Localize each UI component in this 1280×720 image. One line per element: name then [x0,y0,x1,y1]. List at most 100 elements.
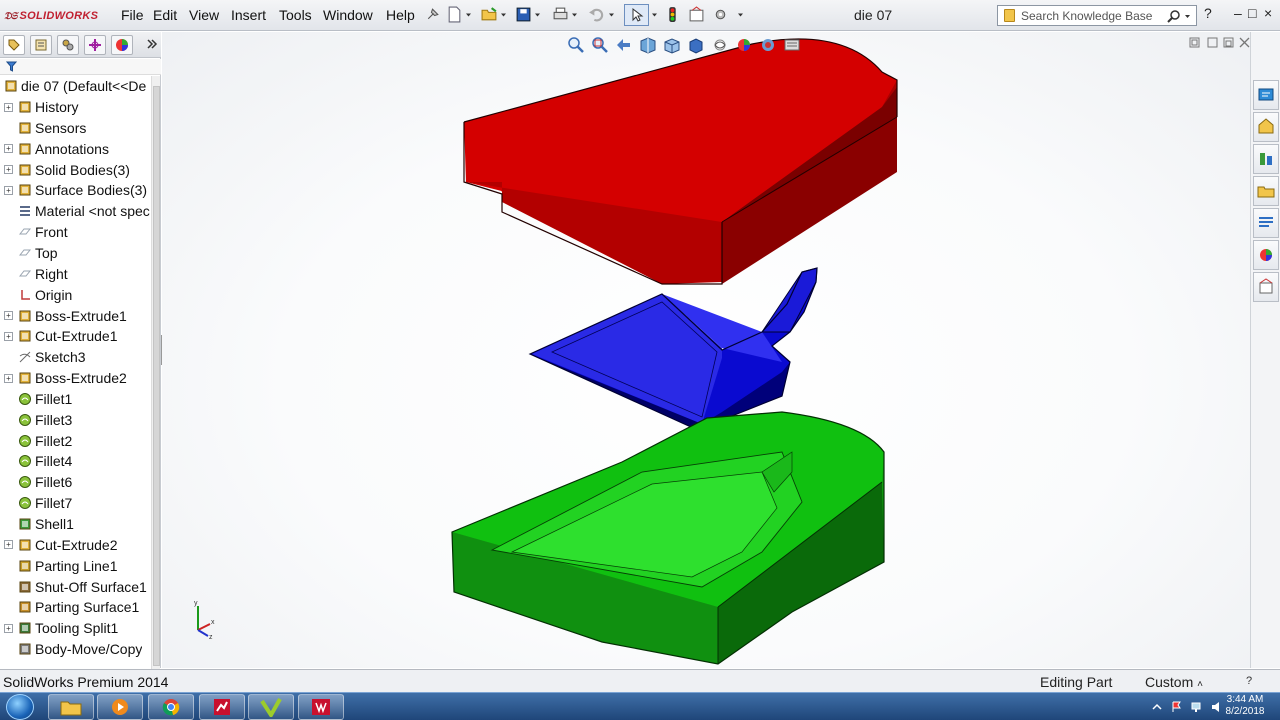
scrollbar-thumb[interactable] [153,86,160,666]
tab-appearances[interactable] [1253,208,1279,238]
top-core-body[interactable] [463,38,898,285]
status-help-button[interactable]: ? [1246,675,1252,687]
tree-item[interactable]: + Surface Bodies(3) [0,180,150,200]
tree-scrollbar[interactable] [151,76,160,688]
tree-item[interactable]: + Cut-Extrude1 [0,326,150,346]
bottom-cavity-body[interactable] [451,411,885,665]
menu-view[interactable]: View [189,7,219,23]
tab-solidworks-resources[interactable] [1253,80,1279,110]
tree-item[interactable]: Front [0,222,150,242]
undo-icon[interactable] [588,6,605,23]
menu-window[interactable]: Window [323,7,373,23]
hide-show-items-icon[interactable] [710,36,730,54]
chevron-down-icon[interactable] [651,6,658,23]
show-hidden-icons-icon[interactable] [1150,700,1164,714]
tree-item[interactable]: Fillet2 [0,431,150,451]
tree-item[interactable]: Fillet1 [0,389,150,409]
new-document-icon[interactable] [446,6,463,23]
tree-item[interactable]: Fillet4 [0,451,150,471]
viewport-restore-icon[interactable] [1207,37,1218,48]
network-icon[interactable] [1190,700,1204,714]
start-button[interactable] [6,694,34,720]
filter-icon[interactable] [6,61,17,72]
filter-row[interactable] [0,59,161,75]
expand-panel-icon[interactable] [146,38,158,50]
taskbar-media-player[interactable] [97,694,143,720]
viewport-close-icon[interactable] [1239,37,1250,48]
menu-edit[interactable]: Edit [153,7,177,23]
mold-model[interactable] [162,32,1250,668]
tree-item[interactable]: Fillet6 [0,472,150,492]
chevron-down-icon[interactable] [1184,9,1191,23]
action-center-flag-icon[interactable] [1170,700,1184,714]
menu-help[interactable]: Help [386,7,415,23]
expand-toggle-icon[interactable]: + [4,623,13,633]
tab-forum[interactable] [1253,272,1279,302]
tree-item[interactable]: + Boss-Extrude1 [0,306,150,326]
tree-item[interactable]: Parting Surface1 [0,597,150,617]
print-icon[interactable] [552,6,569,23]
tree-item[interactable]: + Solid Bodies(3) [0,160,150,180]
close-button[interactable]: × [1264,5,1272,21]
tree-item[interactable]: Shut-Off Surface1 [0,577,150,597]
tree-item[interactable]: Origin [0,285,150,305]
chevron-down-icon[interactable] [571,6,578,23]
tree-item[interactable]: + Annotations [0,139,150,159]
units-selector[interactable]: Custom ˄ [1145,674,1203,690]
maximize-button[interactable]: □ [1248,5,1256,21]
zoom-to-area-icon[interactable] [590,36,610,54]
viewport-minimize-icon[interactable] [1189,37,1200,48]
graphics-area[interactable]: y x z [162,32,1250,668]
view-orientation-icon[interactable] [662,36,682,54]
edit-appearance-icon[interactable] [734,36,754,54]
tab-dimxpert-manager[interactable] [84,35,106,55]
rebuild-icon[interactable] [664,6,681,23]
molded-part-body[interactable] [528,267,818,433]
expand-toggle-icon[interactable]: + [4,144,13,154]
display-style-icon[interactable] [686,36,706,54]
expand-toggle-icon[interactable]: + [4,540,13,550]
tab-configuration-manager[interactable] [57,35,79,55]
apply-scene-icon[interactable] [758,36,778,54]
tree-item[interactable]: Fillet7 [0,493,150,513]
search-box[interactable] [997,5,1197,26]
tree-item[interactable]: Fillet3 [0,410,150,430]
expand-toggle-icon[interactable]: + [4,331,13,341]
tree-item[interactable]: Right [0,264,150,284]
search-icon[interactable] [1167,9,1181,23]
minimize-button[interactable]: – [1234,5,1242,21]
tree-root[interactable]: die 07 (Default<<De [0,76,150,96]
search-input[interactable] [1021,8,1161,23]
tab-display-manager[interactable] [111,35,133,55]
tab-custom-properties[interactable] [1253,240,1279,270]
previous-view-icon[interactable] [614,36,634,54]
chevron-down-icon[interactable] [608,6,615,23]
taskbar-solidworks[interactable] [298,694,344,720]
expand-toggle-icon[interactable]: + [4,102,13,112]
tab-feature-manager[interactable] [3,35,25,55]
file-properties-icon[interactable] [688,6,705,23]
expand-toggle-icon[interactable]: + [4,165,13,175]
viewport-maximize-icon[interactable] [1223,37,1234,48]
taskbar-chrome[interactable] [148,694,194,720]
chevron-down-icon[interactable] [500,6,507,23]
tab-design-library[interactable] [1253,112,1279,142]
tree-item[interactable]: Body-Move/Copy [0,639,150,659]
expand-toggle-icon[interactable]: + [4,373,13,383]
chevron-down-icon[interactable] [737,6,744,23]
tab-property-manager[interactable] [30,35,52,55]
menu-tools[interactable]: Tools [279,7,312,23]
tab-file-explorer[interactable] [1253,144,1279,174]
section-view-icon[interactable] [638,36,658,54]
help-button[interactable]: ? [1204,5,1212,21]
tree-item[interactable]: Sensors [0,118,150,138]
clock[interactable]: 3:44 AM 8/2/2018 [1220,694,1270,718]
select-button[interactable] [624,4,649,26]
tab-view-palette[interactable] [1253,176,1279,206]
tree-item[interactable]: Material <not spec [0,201,150,221]
tree-item[interactable]: + History [0,97,150,117]
save-icon[interactable] [515,6,532,23]
open-folder-icon[interactable] [481,6,498,23]
pin-icon[interactable] [424,6,441,23]
tree-item[interactable]: Shell1 [0,514,150,534]
